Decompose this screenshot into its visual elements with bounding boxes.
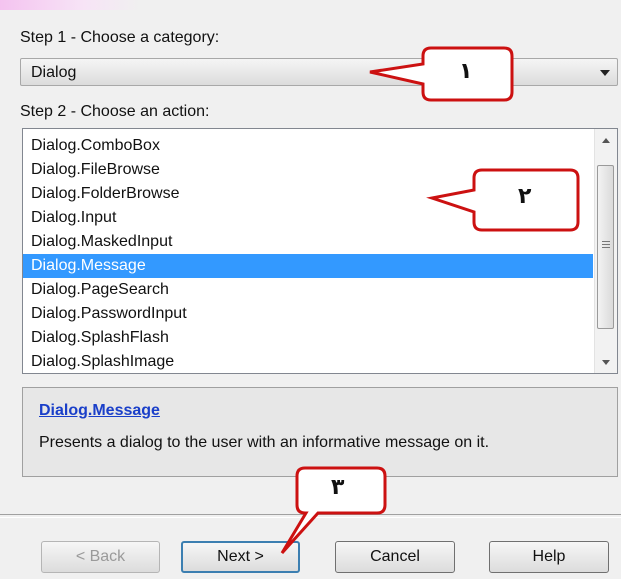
callout-2-shape xyxy=(426,168,580,232)
wizard-dialog: Step 1 - Choose a category: Dialog Step … xyxy=(0,0,621,579)
callout-1-shape xyxy=(369,46,514,102)
callout-overlay xyxy=(280,46,580,555)
callout-3-label: ٣ xyxy=(331,475,345,500)
callout-1-label: ١ xyxy=(459,59,473,84)
callout-2-label: ٢ xyxy=(518,184,532,209)
